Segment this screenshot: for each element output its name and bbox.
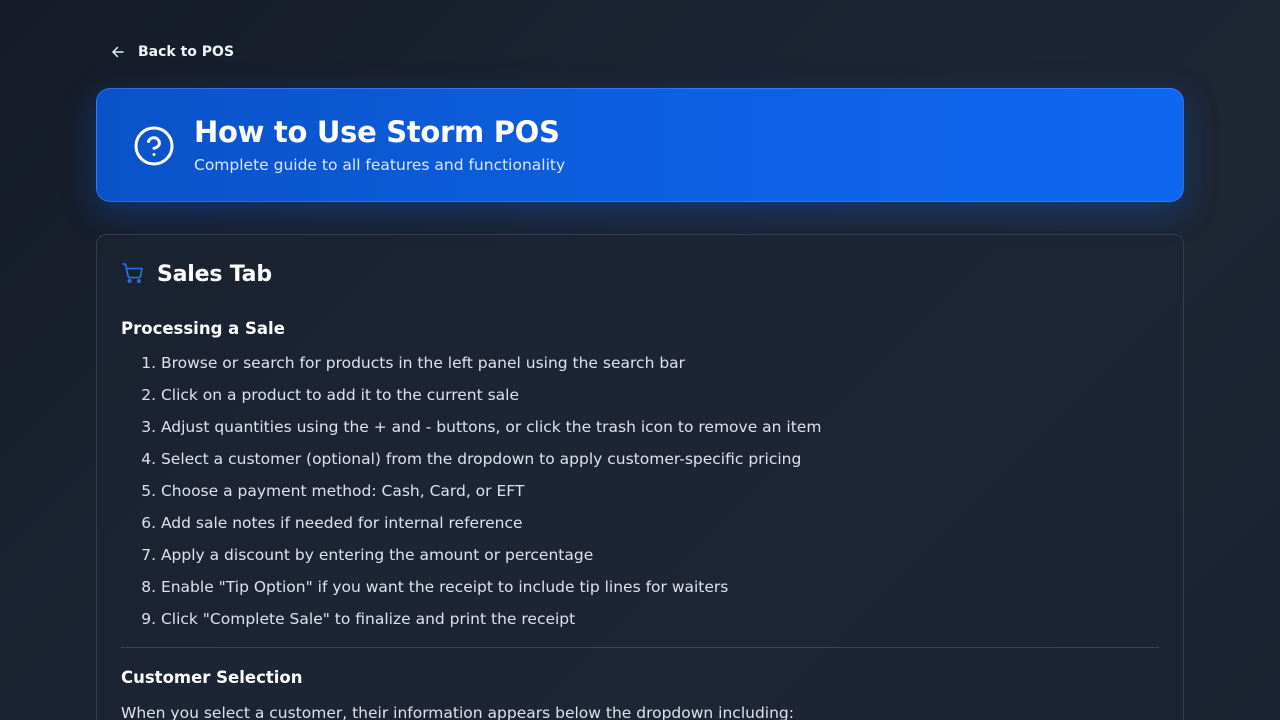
page-title: How to Use Storm POS [194,115,560,149]
sales-tab-card: Sales Tab Processing a Sale 1. Browse or… [96,234,1184,720]
list-item: 7. Apply a discount by entering the amou… [141,546,594,564]
customer-selection-heading: Customer Selection [121,668,303,687]
section-title: Sales Tab [157,262,272,287]
arrow-left-icon [110,44,126,60]
list-item: 4. Select a customer (optional) from the… [141,450,802,468]
list-item: 2. Click on a product to add it to the c… [141,386,520,404]
list-item: 1. Browse or search for products in the … [141,354,686,372]
list-item: 5. Choose a payment method: Cash, Card, … [141,482,525,500]
help-header-banner: How to Use Storm POS Complete guide to a… [96,88,1184,202]
customer-selection-description: When you select a customer, their inform… [121,704,794,720]
list-item: 9. Click "Complete Sale" to finalize and… [141,610,576,628]
help-circle-icon [133,125,175,167]
page-subtitle: Complete guide to all features and funct… [194,156,566,174]
processing-steps-list: 1. Browse or search for products in the … [121,347,821,635]
list-item: 8. Enable "Tip Option" if you want the r… [141,578,729,596]
list-item: 3. Adjust quantities using the + and - b… [141,418,822,436]
processing-sale-heading: Processing a Sale [121,319,285,338]
sales-tab-header: Sales Tab [121,260,272,290]
shopping-cart-icon [121,261,145,289]
back-link-label: Back to POS [138,44,235,60]
list-item: 6. Add sale notes if needed for internal… [141,514,523,532]
back-to-pos-link[interactable]: Back to POS [110,40,234,64]
section-divider [121,647,1159,648]
